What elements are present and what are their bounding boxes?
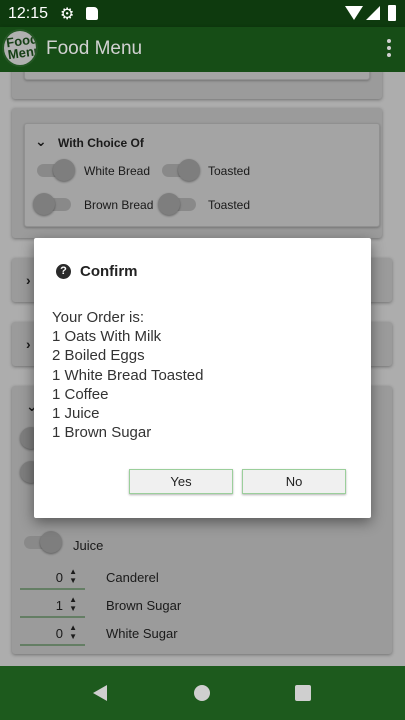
yes-button[interactable]: Yes (129, 469, 233, 494)
gear-icon: ⚙ (60, 6, 75, 23)
status-time: 12:15 (8, 5, 49, 22)
signal-icon (366, 6, 380, 20)
navigation-bar (0, 666, 405, 720)
confirm-dialog: ? Confirm Your Order is: 1 Oats With Mil… (34, 238, 371, 518)
message-line: 1 Oats With Milk (52, 328, 162, 346)
message-line: 1 Coffee (52, 385, 109, 403)
status-bar: 12:15 ⚙ (0, 0, 405, 27)
message-line: 1 White Bread Toasted (52, 366, 204, 384)
message-line: Your Order is: (52, 309, 144, 326)
home-icon[interactable] (194, 685, 210, 701)
sd-card-icon (86, 7, 98, 20)
wifi-icon (345, 6, 363, 20)
message-line: 1 Juice (52, 405, 100, 423)
recent-apps-icon[interactable] (295, 685, 311, 701)
no-button[interactable]: No (242, 469, 346, 494)
battery-icon (388, 5, 396, 21)
back-icon[interactable] (93, 685, 107, 701)
message-line: 2 Boiled Eggs (52, 347, 145, 365)
dialog-title: Confirm (80, 263, 138, 280)
message-line: 1 Brown Sugar (52, 424, 152, 442)
dialog-message: Your Order is: 1 Oats With Milk 2 Boiled… (52, 308, 203, 442)
question-icon: ? (56, 264, 71, 279)
